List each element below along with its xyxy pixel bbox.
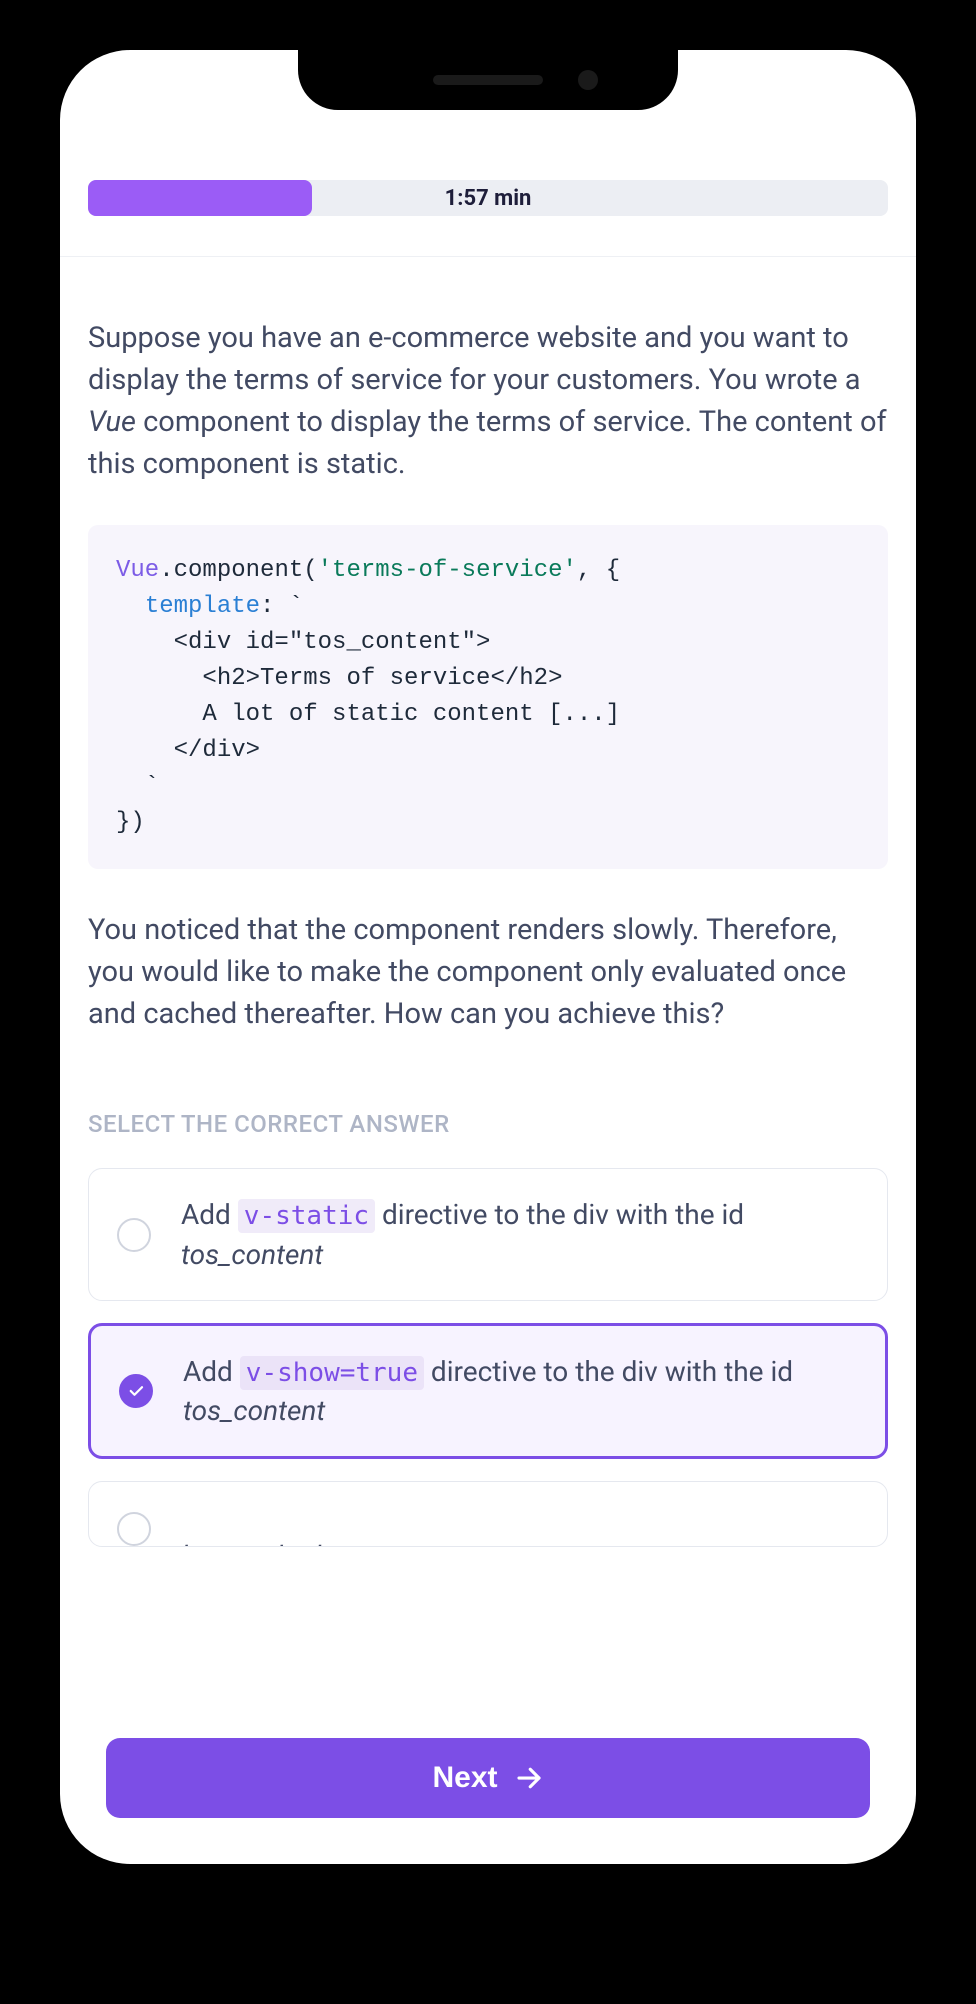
code-class: Vue <box>116 557 159 584</box>
opt2-code: v-show=true <box>240 1356 424 1390</box>
question-followup: You noticed that the component renders s… <box>88 909 888 1035</box>
next-button-label: Next <box>432 1761 497 1795</box>
phone-body: 1:57 min Suppose you have an e-commerce … <box>40 30 936 1884</box>
answer-option-3-partial[interactable]: tos_content <box>88 1481 888 1547</box>
code-div-open: <div id="tos_content"> <box>116 629 490 656</box>
code-after-arg: , { <box>577 557 620 584</box>
speaker-icon <box>433 75 543 85</box>
opt2-em: tos_content <box>183 1394 325 1427</box>
opt3-em: tos_content <box>181 1537 323 1547</box>
opt2-mid: directive to the div with the id <box>424 1355 793 1388</box>
answer-option-3-text: tos_content <box>181 1508 323 1547</box>
radio-unchecked-icon <box>117 1218 151 1252</box>
timer-progress-bar: 1:57 min <box>88 180 888 216</box>
header-divider <box>60 256 916 257</box>
radio-checked-icon <box>119 1374 153 1408</box>
question-intro-pre: Suppose you have an e-commerce website a… <box>88 321 861 397</box>
opt1-pre: Add <box>181 1198 238 1231</box>
code-block: Vue.component('terms-of-service', { temp… <box>88 525 888 869</box>
progress-fill <box>88 180 312 216</box>
next-button[interactable]: Next <box>106 1738 870 1818</box>
phone-screen: 1:57 min Suppose you have an e-commerce … <box>60 50 916 1864</box>
code-div-close: </div> <box>116 737 260 764</box>
phone-notch <box>298 50 678 110</box>
opt1-em: tos_content <box>181 1238 323 1271</box>
arrow-right-icon <box>514 1763 544 1793</box>
radio-unchecked-icon <box>117 1512 151 1546</box>
code-method: .component( <box>159 557 317 584</box>
code-static: A lot of static content [...] <box>116 701 620 728</box>
answer-option-1-text: Add v-static directive to the div with t… <box>181 1195 859 1274</box>
question-intro: Suppose you have an e-commerce website a… <box>88 317 888 485</box>
select-answer-label: SELECT THE CORRECT ANSWER <box>88 1110 888 1138</box>
code-arg: 'terms-of-service' <box>318 557 577 584</box>
code-h2: <h2>Terms of service</h2> <box>116 665 562 692</box>
opt1-code: v-static <box>238 1199 375 1233</box>
code-backtick: ` <box>116 773 159 800</box>
phone-frame: 1:57 min Suppose you have an e-commerce … <box>0 0 976 2004</box>
question-intro-vue: Vue <box>88 405 136 439</box>
timer-label: 1:57 min <box>445 186 532 211</box>
opt1-mid: directive to the div with the id <box>375 1198 744 1231</box>
answer-option-1[interactable]: Add v-static directive to the div with t… <box>88 1168 888 1301</box>
code-close: }) <box>116 809 145 836</box>
camera-icon <box>578 70 598 90</box>
code-template-colon: : ` <box>260 593 303 620</box>
answer-option-2[interactable]: Add v-show=true directive to the div wit… <box>88 1323 888 1460</box>
question-intro-post: component to display the terms of servic… <box>88 405 887 481</box>
quiz-content: 1:57 min Suppose you have an e-commerce … <box>60 50 916 1864</box>
opt2-pre: Add <box>183 1355 240 1388</box>
code-template-key: template <box>145 593 260 620</box>
answer-option-2-text: Add v-show=true directive to the div wit… <box>183 1352 857 1431</box>
